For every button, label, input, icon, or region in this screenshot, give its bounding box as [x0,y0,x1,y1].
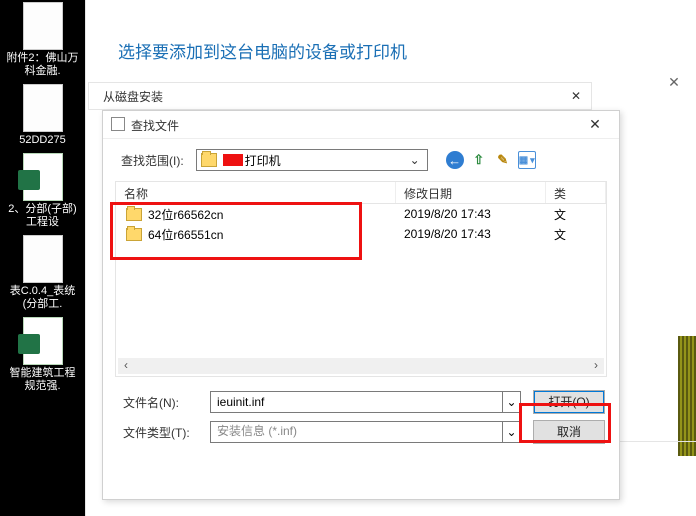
column-type[interactable]: 类 [546,182,606,203]
excel-icon [23,317,63,365]
file-list: 名称 修改日期 类 32位r66562cn 2019/8/20 17:43 文 … [115,181,607,377]
file-list-header: 名称 修改日期 类 [116,182,606,204]
close-icon[interactable]: ✕ [662,70,686,94]
filename-label: 文件名(N): [123,394,198,411]
close-icon[interactable]: ✕ [567,87,585,105]
wizard-title: 选择要添加到这台电脑的设备或打印机 [86,0,696,63]
file-type: 文 [546,226,606,243]
file-icon [23,84,63,132]
folder-icon [201,153,217,167]
desktop-icon-label: 2、分部(子部)工程设 [5,203,81,229]
dialog-title: 从磁盘安装 [103,88,163,105]
column-name[interactable]: 名称 [116,182,396,203]
look-in-combo[interactable]: 打印机 ⌄ [196,149,428,171]
redacted-icon [223,154,243,166]
look-in-label: 查找范围(I): [121,152,184,169]
toolbar-icons: ← ⇧ ✎ ▦▾ [446,151,536,169]
dialog-title: 查找文件 [131,117,179,134]
close-icon[interactable]: ✕ [577,113,613,135]
file-icon [23,2,63,50]
desktop-icon[interactable]: 2、分部(子部)工程设 [5,153,81,229]
desktop-icon-label: 智能建筑工程规范强. [5,367,81,393]
desktop-icon-label: 52DD275 [5,134,81,147]
file-mtime: 2019/8/20 17:43 [396,207,546,221]
dialog-icon [111,117,125,131]
dialog-titlebar: 查找文件 ✕ [103,111,619,139]
filetype-value: 安装信息 (*.inf) [210,421,503,443]
up-one-level-icon[interactable]: ⇧ [470,151,488,169]
install-from-disk-dialog: 从磁盘安装 ✕ [88,82,592,110]
toolbar: 查找范围(I): 打印机 ⌄ ← ⇧ ✎ ▦▾ [103,139,619,175]
look-in-value: 打印机 [245,152,395,169]
new-folder-icon[interactable]: ✎ [494,151,512,169]
desktop-icon-label: 表C.0.4_表统(分部工. [5,285,81,311]
excel-icon [23,153,63,201]
view-menu-icon[interactable]: ▦▾ [518,151,536,169]
desktop-icon-label: 附件2：佛山万科金融. [5,52,81,78]
file-mtime: 2019/8/20 17:43 [396,227,546,241]
file-type: 文 [546,206,606,223]
scroll-left-icon[interactable]: ‹ [118,358,134,374]
filetype-combo[interactable]: 安装信息 (*.inf) ⌄ [210,421,521,443]
file-icon [23,235,63,283]
background-decoration [678,336,696,456]
filename-input[interactable] [210,391,503,413]
horizontal-scrollbar[interactable]: ‹ › [118,358,604,374]
chevron-down-icon[interactable]: ⌄ [407,153,423,167]
scroll-right-icon[interactable]: › [588,358,604,374]
desktop-icon[interactable]: 附件2：佛山万科金融. [5,2,81,78]
desktop-icon[interactable]: 智能建筑工程规范强. [5,317,81,393]
filename-combo[interactable]: ⌄ [210,391,521,413]
annotation-highlight [110,202,362,260]
annotation-highlight [519,403,611,443]
back-icon[interactable]: ← [446,151,464,169]
desktop-icon[interactable]: 表C.0.4_表统(分部工. [5,235,81,311]
filetype-label: 文件类型(T): [123,424,198,441]
find-file-dialog: 查找文件 ✕ 查找范围(I): 打印机 ⌄ ← ⇧ ✎ ▦▾ 名称 修改日期 类… [102,110,620,500]
desktop: 附件2：佛山万科金融. 52DD275 2、分部(子部)工程设 表C.0.4_表… [0,0,85,516]
scroll-track[interactable] [134,358,588,374]
desktop-icon[interactable]: 52DD275 [5,84,81,147]
column-mtime[interactable]: 修改日期 [396,182,546,203]
